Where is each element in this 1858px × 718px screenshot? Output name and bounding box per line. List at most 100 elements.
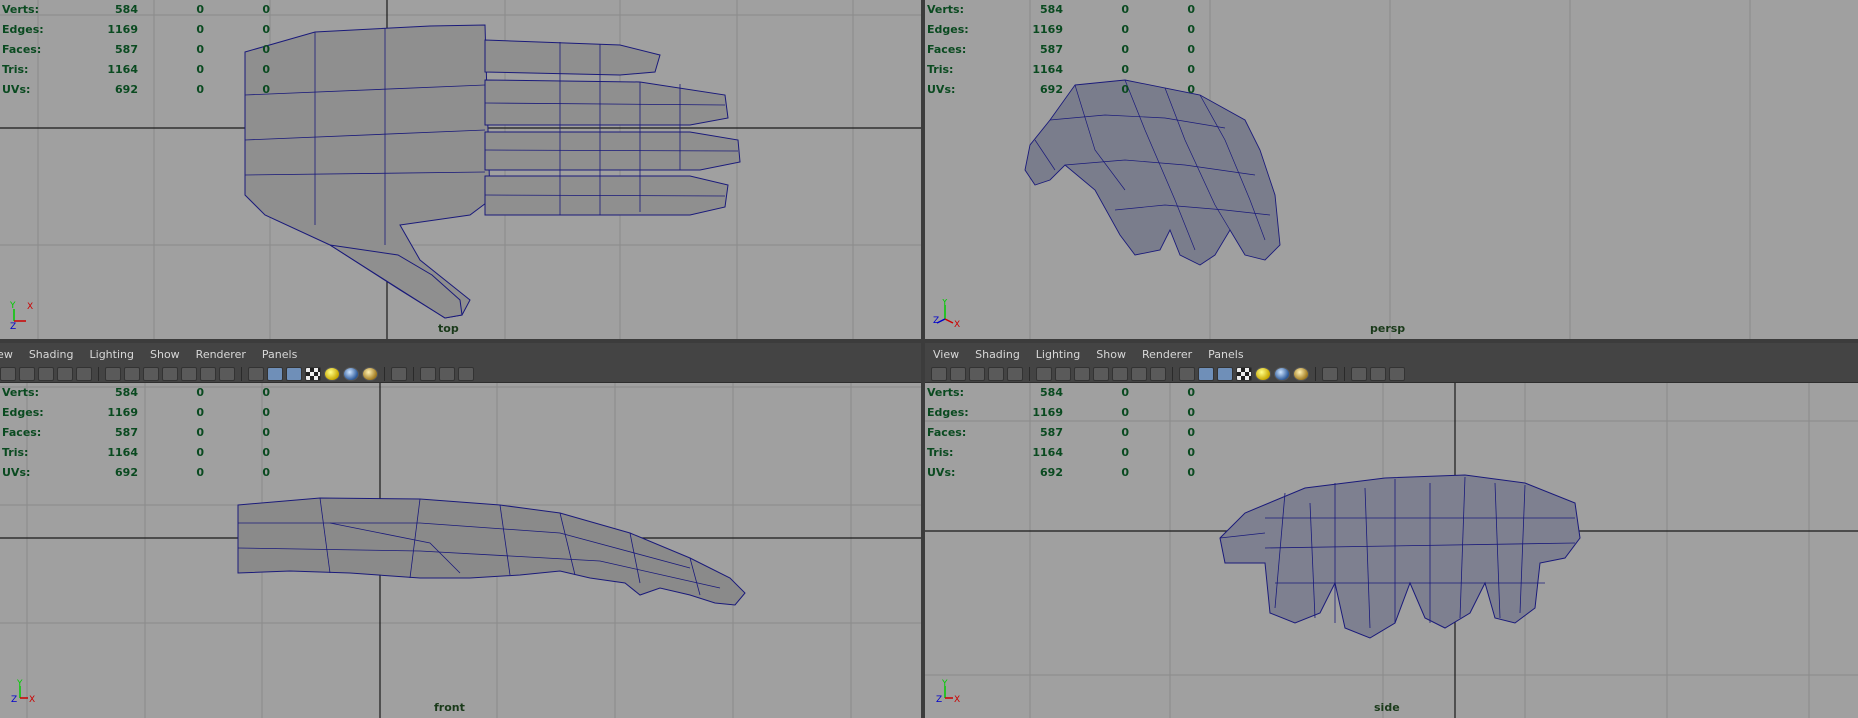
hud-value: 584 [1040, 386, 1063, 399]
hud-value: 0 [196, 43, 204, 56]
hud-value: 0 [196, 446, 204, 459]
poly-count-hud: Verts: 584 0 0 Edges: 1169 0 0 Faces: 587 0 0 Tri… [2, 383, 270, 483]
high-quality-icon[interactable] [362, 367, 378, 381]
menu-show[interactable]: Show [1096, 348, 1126, 361]
hud-value: 0 [262, 386, 270, 399]
viewport-side[interactable]: Verts: 584 0 0 Edges: 1169 0 0 Faces: 587 0 0 Tri… [925, 383, 1858, 718]
hud-label: UVs: [2, 83, 31, 96]
hud-value: 0 [1121, 63, 1129, 76]
hud-value: 0 [1121, 23, 1129, 36]
gate-mask-icon[interactable] [162, 367, 178, 381]
shadows-icon[interactable] [343, 367, 359, 381]
hud-value: 0 [196, 23, 204, 36]
axis-gizmo-icon: Y X Z [9, 301, 33, 329]
menu-view[interactable]: View [933, 348, 959, 361]
viewport-top[interactable]: Verts: 584 0 0 Edges: 1169 0 0 Faces: 587 0 0 Tri… [0, 0, 921, 339]
axis-label: Y [941, 679, 948, 689]
wireframe-icon[interactable] [1036, 367, 1052, 381]
axis-gizmo-icon: Y Z X [11, 679, 35, 705]
image-plane-icon[interactable] [57, 367, 73, 381]
text-icon[interactable] [1150, 367, 1166, 381]
wireframe-shading-icon[interactable] [248, 367, 264, 381]
gate-mask-icon[interactable] [1093, 367, 1109, 381]
hud-value: 0 [1187, 3, 1195, 16]
camera-attributes-icon[interactable] [950, 367, 966, 381]
hud-value: 584 [115, 3, 138, 16]
menu-shading[interactable]: Shading [29, 348, 74, 361]
textured-icon[interactable] [1236, 367, 1252, 381]
camera-attributes-icon[interactable] [19, 367, 35, 381]
resolution-gate-icon[interactable] [143, 367, 159, 381]
hud-value: 0 [262, 466, 270, 479]
wireframe-icon[interactable] [105, 367, 121, 381]
hud-value: 692 [1040, 83, 1063, 96]
camera-select-icon[interactable] [0, 367, 16, 381]
grid-toggle-icon[interactable] [1007, 367, 1023, 381]
menu-shading[interactable]: Shading [975, 348, 1020, 361]
resolution-gate-icon[interactable] [1074, 367, 1090, 381]
backface-culling-icon[interactable] [1389, 367, 1405, 381]
toolbar-separator [1029, 367, 1030, 381]
isolate-select-icon[interactable] [391, 367, 407, 381]
hud-value: 0 [1187, 406, 1195, 419]
field-chart-icon[interactable] [1112, 367, 1128, 381]
high-quality-icon[interactable] [1293, 367, 1309, 381]
menu-view[interactable]: iew [0, 348, 13, 361]
menu-renderer[interactable]: Renderer [1142, 348, 1192, 361]
axis-label: Y [16, 679, 23, 689]
wireframe-on-shaded-icon[interactable] [1217, 367, 1233, 381]
menu-show[interactable]: Show [150, 348, 180, 361]
grid-toggle-icon[interactable] [76, 367, 92, 381]
menu-renderer[interactable]: Renderer [196, 348, 246, 361]
axis-label: Z [11, 695, 17, 705]
hud-value: 0 [1187, 63, 1195, 76]
hud-value: 0 [1187, 43, 1195, 56]
camera-select-icon[interactable] [931, 367, 947, 381]
menu-panels[interactable]: Panels [1208, 348, 1243, 361]
film-gate-icon[interactable] [124, 367, 140, 381]
safe-action-icon[interactable] [1131, 367, 1147, 381]
hud-label: Faces: [927, 43, 967, 56]
use-all-lights-icon[interactable] [1255, 367, 1271, 381]
text-icon[interactable] [219, 367, 235, 381]
bookmark-icon[interactable] [969, 367, 985, 381]
use-all-lights-icon[interactable] [324, 367, 340, 381]
axis-label: X [954, 320, 960, 329]
xray-joints-icon[interactable] [439, 367, 455, 381]
wireframe-on-shaded-icon[interactable] [286, 367, 302, 381]
toolbar-separator [1344, 367, 1345, 381]
hud-value: 1169 [107, 23, 138, 36]
menu-panels[interactable]: Panels [262, 348, 297, 361]
hud-value: 587 [115, 426, 138, 439]
isolate-select-icon[interactable] [1322, 367, 1338, 381]
hud-value: 692 [115, 466, 138, 479]
safe-action-icon[interactable] [200, 367, 216, 381]
hud-value: 0 [262, 43, 270, 56]
hud-label: Faces: [2, 426, 42, 439]
shadows-icon[interactable] [1274, 367, 1290, 381]
xray-joints-icon[interactable] [1370, 367, 1386, 381]
hud-value: 1164 [1032, 63, 1063, 76]
viewport-persp[interactable]: Verts: 584 0 0 Edges: 1169 0 0 Faces: 587 0 0 Tri… [925, 0, 1858, 339]
viewport-front[interactable]: Verts: 584 0 0 Edges: 1169 0 0 Faces: 587 0 0 Tri… [0, 383, 921, 718]
hud-value: 0 [1187, 386, 1195, 399]
xray-icon[interactable] [420, 367, 436, 381]
field-chart-icon[interactable] [181, 367, 197, 381]
smooth-shading-icon[interactable] [267, 367, 283, 381]
xray-icon[interactable] [1351, 367, 1367, 381]
poly-count-hud: Verts: 584 0 0 Edges: 1169 0 0 Faces: 587 0 0 Tri… [927, 383, 1195, 483]
panel-menu-bar-front: iew Shading Lighting Show Renderer Panel… [0, 343, 921, 383]
backface-culling-icon[interactable] [458, 367, 474, 381]
textured-icon[interactable] [305, 367, 321, 381]
menu-lighting[interactable]: Lighting [90, 348, 134, 361]
wireframe-shading-icon[interactable] [1179, 367, 1195, 381]
hud-value: 0 [262, 3, 270, 16]
panel-toolbar [0, 365, 921, 383]
axis-label: Z [933, 316, 939, 326]
image-plane-icon[interactable] [988, 367, 1004, 381]
poly-count-hud: Verts: 584 0 0 Edges: 1169 0 0 Faces: 587 0 0 Tri… [927, 0, 1195, 100]
bookmark-icon[interactable] [38, 367, 54, 381]
menu-lighting[interactable]: Lighting [1036, 348, 1080, 361]
film-gate-icon[interactable] [1055, 367, 1071, 381]
smooth-shading-icon[interactable] [1198, 367, 1214, 381]
